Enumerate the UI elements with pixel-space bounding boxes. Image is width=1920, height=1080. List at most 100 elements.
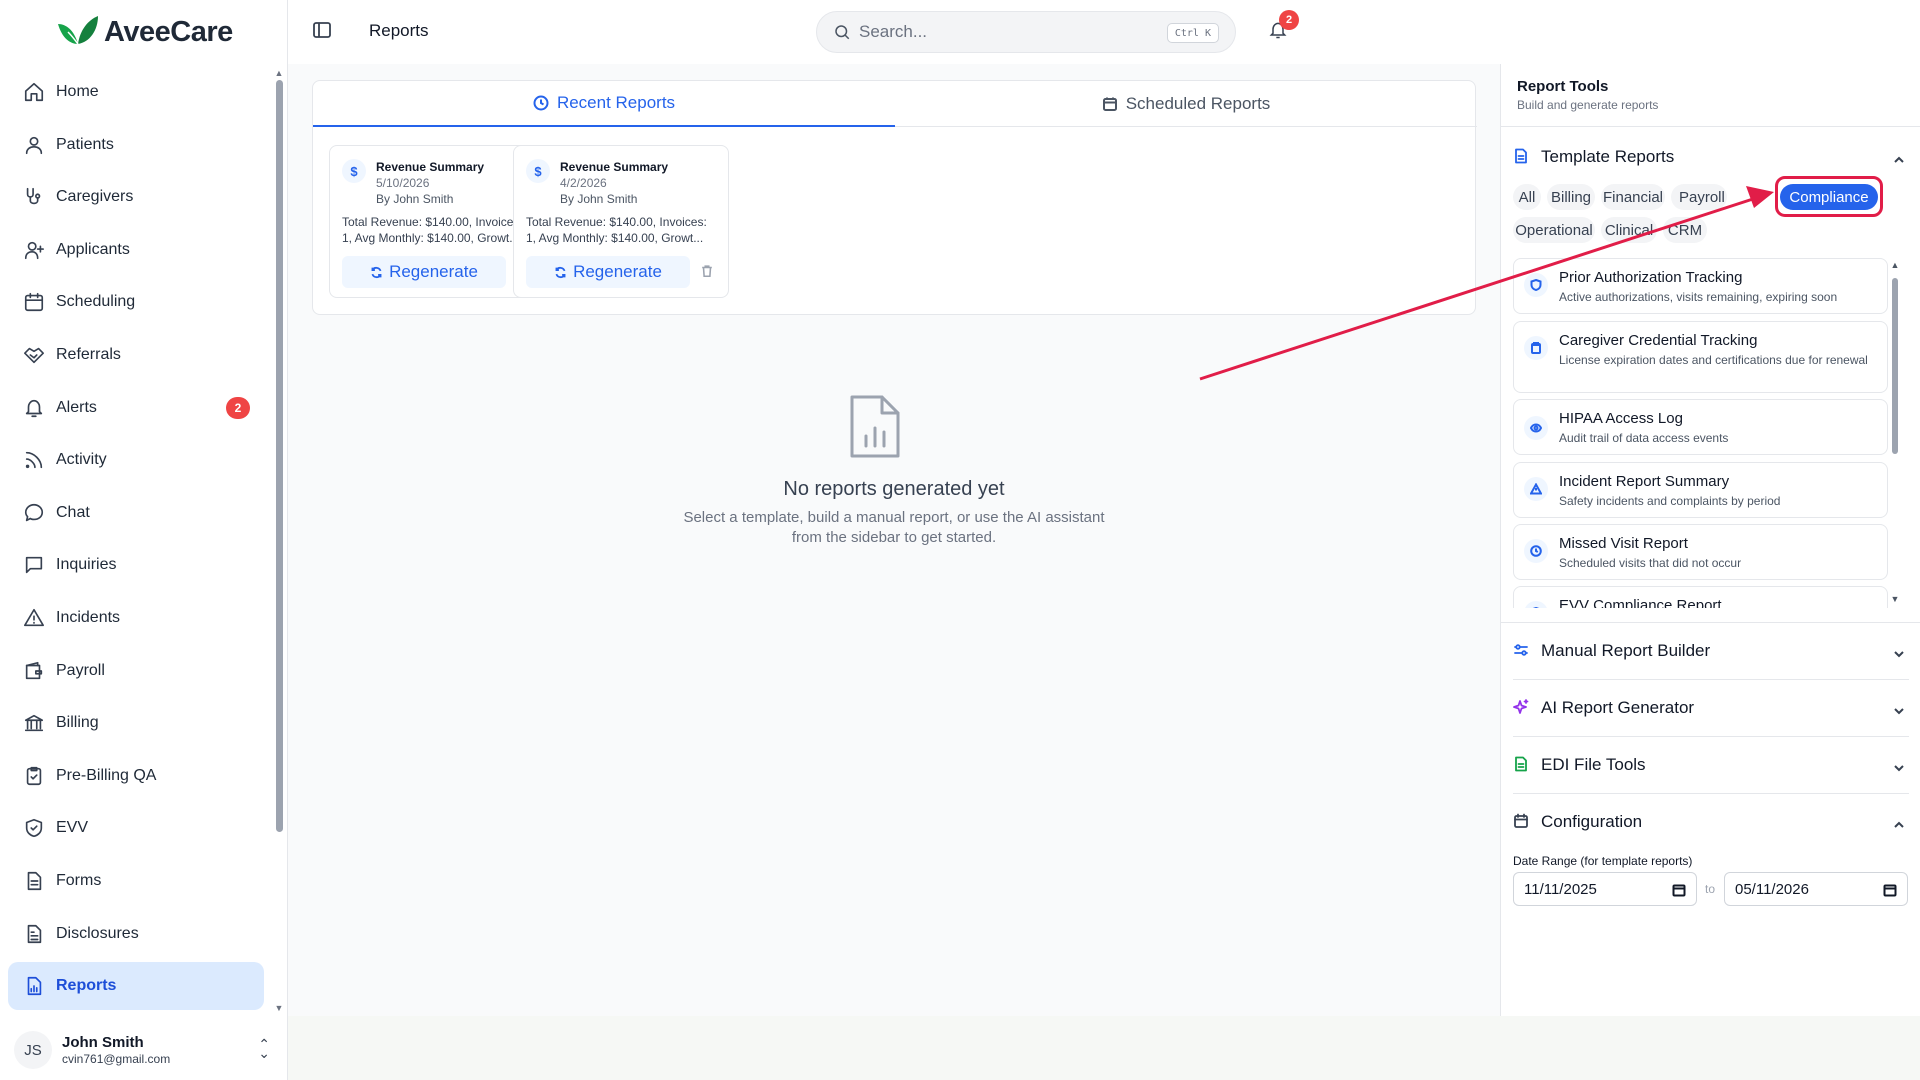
start-date-field[interactable]: 11/11/2025 (1513, 872, 1697, 906)
page-title: Reports (369, 21, 429, 40)
regenerate-label: Regenerate (389, 262, 478, 281)
sidebar-item-label: Caregivers (56, 188, 134, 206)
sidebar-item-inquiries[interactable]: Inquiries (8, 541, 264, 589)
panel-title: Report Tools (1517, 78, 1609, 95)
chevron-up-icon (1893, 151, 1905, 163)
sidebar-item-scheduling[interactable]: Scheduling (8, 278, 264, 326)
edi-file-tools-header[interactable]: EDI File Tools (1513, 750, 1909, 780)
section-label: Manual Report Builder (1541, 641, 1711, 660)
sidebar-item-pre-billing-qa[interactable]: Pre-Billing QA (8, 752, 264, 800)
template-item-prior-authorization[interactable]: Prior Authorization Tracking Active auth… (1513, 258, 1888, 314)
template-item-incident-report-summary[interactable]: Incident Report Summary Safety incidents… (1513, 462, 1888, 518)
section-label: Template Reports (1541, 147, 1675, 166)
sidebar-item-label: Pre-Billing QA (56, 766, 157, 784)
template-item-hipaa-access-log[interactable]: HIPAA Access Log Audit trail of data acc… (1513, 399, 1888, 455)
ai-report-generator-header[interactable]: AI Report Generator (1513, 693, 1909, 723)
app-logo[interactable]: AveeCare (56, 14, 233, 50)
sidebar-item-label: Scheduling (56, 293, 136, 311)
report-card[interactable]: $ Revenue Summary 4/2/2026 By John Smith… (513, 145, 729, 298)
template-item-caregiver-credential[interactable]: Caregiver Credential Tracking License ex… (1513, 321, 1888, 393)
filter-chip-operational[interactable]: Operational (1513, 217, 1595, 243)
section-label: AI Report Generator (1541, 698, 1695, 717)
sidebar-toggle-button[interactable] (312, 20, 334, 42)
tab-scheduled-reports[interactable]: Scheduled Reports (895, 81, 1477, 127)
configuration-header[interactable]: Configuration (1513, 807, 1909, 837)
clock-icon (1524, 539, 1548, 563)
sidebar-item-disclosures[interactable]: Disclosures (8, 910, 264, 958)
manual-report-builder-header[interactable]: Manual Report Builder (1513, 636, 1909, 666)
chat-bubble-icon (22, 501, 46, 525)
search-input[interactable]: Search... Ctrl K (816, 11, 1236, 53)
sidebar-item-evv[interactable]: EVV (8, 804, 264, 852)
panel-subtitle: Build and generate reports (1517, 98, 1659, 112)
bank-icon (22, 711, 46, 735)
template-name: HIPAA Access Log (1559, 410, 1683, 427)
template-name: EVV Compliance Report (1559, 597, 1722, 608)
sidebar-item-activity[interactable]: Activity (8, 436, 264, 484)
sidebar-item-referrals[interactable]: Referrals (8, 331, 264, 379)
template-list-scrollbar[interactable] (1892, 278, 1898, 454)
regenerate-button[interactable]: Regenerate (526, 256, 690, 288)
sidebar-item-home[interactable]: Home (8, 68, 264, 116)
user-menu[interactable]: JS John Smith cvin761@gmail.com ⌃ ⌄ (0, 1020, 288, 1080)
scroll-up-arrow-icon[interactable]: ▲ (274, 68, 284, 78)
report-summary-line: Total Revenue: $140.00, Invoices: (526, 215, 707, 229)
date-range-label: Date Range (for template reports) (1513, 854, 1693, 868)
sidebar-item-caregivers[interactable]: Caregivers (8, 173, 264, 221)
report-title: Revenue Summary (376, 160, 485, 174)
regenerate-button[interactable]: Regenerate (342, 256, 506, 288)
template-scroll-up-icon[interactable]: ▲ (1890, 260, 1900, 270)
sidebar-scrollbar[interactable] (276, 80, 283, 832)
divider (1513, 793, 1909, 794)
home-icon (22, 80, 46, 104)
filter-chip-payroll[interactable]: Payroll (1671, 184, 1727, 210)
filter-chip-clinical[interactable]: Clinical (1601, 217, 1657, 243)
sidebar-item-applicants[interactable]: Applicants (8, 226, 264, 274)
main-content: Recent Reports Scheduled Reports $ Reven… (288, 64, 1500, 1016)
filter-chip-all[interactable]: All (1513, 184, 1541, 210)
template-scroll-down-icon[interactable]: ▼ (1890, 594, 1900, 604)
filter-chip-billing[interactable]: Billing (1547, 184, 1595, 210)
report-author: By John Smith (560, 192, 638, 206)
filter-chip-compliance[interactable]: Compliance (1780, 184, 1878, 210)
sidebar-item-billing[interactable]: Billing (8, 699, 264, 747)
user-name: John Smith (62, 1034, 144, 1051)
sidebar-item-patients[interactable]: Patients (8, 121, 264, 169)
end-date-field[interactable]: 05/11/2026 (1724, 872, 1908, 906)
template-name: Incident Report Summary (1559, 473, 1730, 490)
sidebar-item-incidents[interactable]: Incidents (8, 594, 264, 642)
clipboard-check-icon (22, 764, 46, 788)
filter-chip-financial[interactable]: Financial (1601, 184, 1665, 210)
sidebar-item-label: Payroll (56, 661, 105, 679)
sidebar-nav: Home Patients Caregivers Applicants Sche… (8, 68, 264, 1015)
footer-strip (288, 1016, 1920, 1080)
template-description: License expiration dates and certificati… (1559, 353, 1868, 367)
dollar-icon: $ (526, 159, 550, 183)
report-icon (22, 974, 46, 998)
end-date-value: 05/11/2026 (1735, 880, 1809, 898)
clipboard-icon (1524, 336, 1548, 360)
sidebar-item-payroll[interactable]: Payroll (8, 647, 264, 695)
search-shortcut-hint: Ctrl K (1166, 23, 1219, 43)
sidebar-item-chat[interactable]: Chat (8, 489, 264, 537)
search-placeholder: Search... (859, 22, 928, 41)
filter-chip-crm[interactable]: CRM (1663, 217, 1707, 243)
sidebar-item-forms[interactable]: Forms (8, 857, 264, 905)
chevrons-up-down-icon: ⌃ ⌄ (258, 1036, 270, 1061)
sidebar-item-label: Home (56, 83, 99, 100)
template-item-evv-compliance[interactable]: EVV Compliance Report (1513, 586, 1888, 608)
calendar-icon (1883, 884, 1897, 897)
template-description: Audit trail of data access events (1559, 431, 1729, 445)
refresh-icon (555, 266, 566, 278)
scroll-down-arrow-icon[interactable]: ▼ (274, 1003, 284, 1013)
message-square-icon (22, 553, 46, 577)
tab-recent-reports[interactable]: Recent Reports (313, 81, 895, 127)
trash-icon (702, 265, 712, 278)
template-item-missed-visit[interactable]: Missed Visit Report Scheduled visits tha… (1513, 524, 1888, 580)
template-reports-header[interactable]: Template Reports (1513, 142, 1909, 172)
calendar-icon (1102, 97, 1117, 111)
sidebar-item-alerts[interactable]: Alerts 2 (8, 384, 264, 432)
delete-report-button[interactable] (700, 264, 716, 280)
sidebar-item-reports[interactable]: Reports (8, 962, 264, 1011)
file-text-icon (22, 922, 46, 946)
